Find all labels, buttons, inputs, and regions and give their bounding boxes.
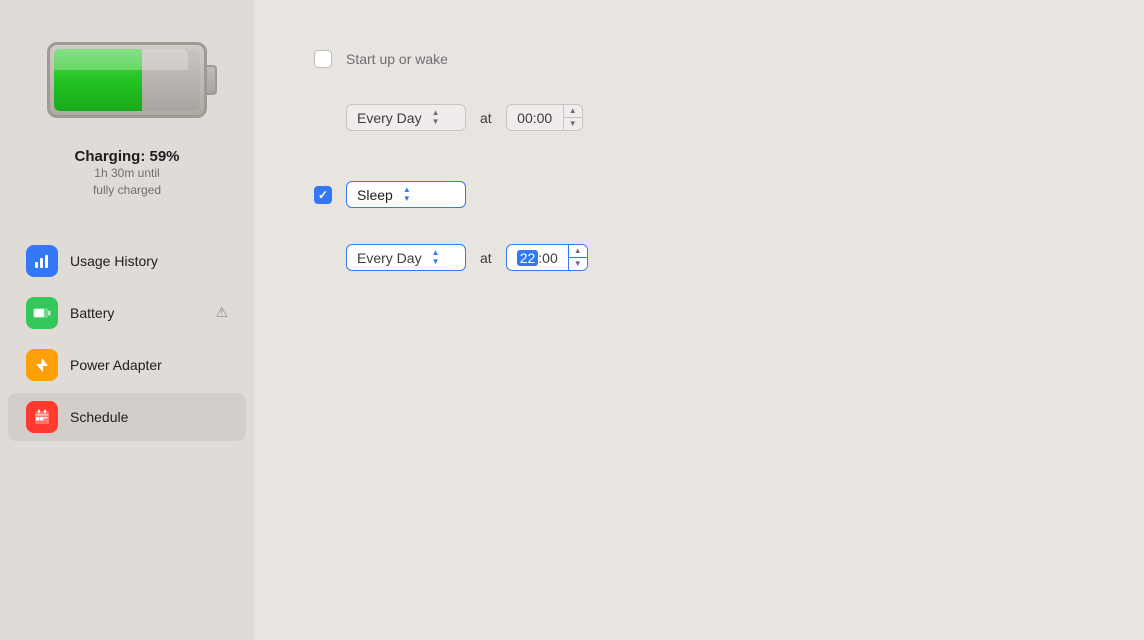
sidebar-item-power-adapter[interactable]: Power Adapter <box>8 341 246 389</box>
sleep-time-value: 22:00 <box>507 246 568 270</box>
sleep-row: Sleep ▲ ▼ <box>314 181 1084 208</box>
startup-time-down[interactable]: ▼ <box>564 118 582 130</box>
sleep-time-hours: 22 <box>517 250 539 266</box>
battery-icon-wrapper <box>37 30 217 130</box>
battery-icon <box>47 42 207 118</box>
sleep-day-dropdown[interactable]: Every Day ▲ ▼ <box>346 244 466 271</box>
sleep-at-label: at <box>480 250 492 266</box>
warning-icon: ⚠ <box>215 304 228 321</box>
sleep-time-input: 22:00 ▲ ▼ <box>506 244 588 271</box>
startup-time-up[interactable]: ▲ <box>564 105 582 118</box>
battery-warning: ⚠ <box>215 304 228 321</box>
battery-nav-icon <box>26 297 58 329</box>
startup-controls: Every Day ▲ ▼ at 00:00 ▲ ▼ <box>314 104 1084 131</box>
sleep-controls: Every Day ▲ ▼ at 22:00 ▲ ▼ <box>314 244 1084 271</box>
startup-label: Start up or wake <box>346 51 448 67</box>
startup-day-chevrons: ▲ ▼ <box>432 109 440 126</box>
sleep-chevrons: ▲ ▼ <box>403 186 411 203</box>
startup-at-label: at <box>480 110 492 126</box>
charging-status: Charging: 59% 1h 30m until fully charged <box>74 148 179 199</box>
sidebar-item-label-usage-history: Usage History <box>70 253 158 269</box>
sidebar-item-schedule[interactable]: Schedule <box>8 393 246 441</box>
startup-row: Start up or wake <box>314 50 1084 68</box>
sidebar-item-label-battery: Battery <box>70 305 114 321</box>
startup-time-value: 00:00 <box>507 106 563 130</box>
sidebar: Charging: 59% 1h 30m until fully charged… <box>0 0 254 640</box>
sidebar-item-label-power-adapter: Power Adapter <box>70 357 162 373</box>
power-adapter-icon <box>26 349 58 381</box>
startup-time-input: 00:00 ▲ ▼ <box>506 104 583 131</box>
sleep-dropdown[interactable]: Sleep ▲ ▼ <box>346 181 466 208</box>
schedule-icon <box>26 401 58 433</box>
battery-terminal <box>207 65 217 95</box>
sleep-time-down[interactable]: ▼ <box>569 258 587 270</box>
startup-time-spinner: ▲ ▼ <box>563 105 582 130</box>
charging-subtitle: 1h 30m until fully charged <box>74 165 179 199</box>
sleep-checkbox[interactable] <box>314 186 332 204</box>
sleep-time-spinner: ▲ ▼ <box>568 245 587 270</box>
battery-fill <box>54 49 142 111</box>
sidebar-item-battery[interactable]: Battery ⚠ <box>8 289 246 337</box>
sidebar-item-label-schedule: Schedule <box>70 409 128 425</box>
charging-title: Charging: 59% <box>74 148 179 165</box>
main-content: Start up or wake Every Day ▲ ▼ at 00:00 … <box>254 0 1144 640</box>
sidebar-nav: Usage History Battery ⚠ Po <box>0 235 254 443</box>
usage-history-icon <box>26 245 58 277</box>
sleep-time-up[interactable]: ▲ <box>569 245 587 258</box>
battery-grey-fill <box>142 49 200 111</box>
sidebar-item-usage-history[interactable]: Usage History <box>8 237 246 285</box>
startup-checkbox[interactable] <box>314 50 332 68</box>
startup-day-dropdown[interactable]: Every Day ▲ ▼ <box>346 104 466 131</box>
sleep-day-chevrons: ▲ ▼ <box>432 249 440 266</box>
